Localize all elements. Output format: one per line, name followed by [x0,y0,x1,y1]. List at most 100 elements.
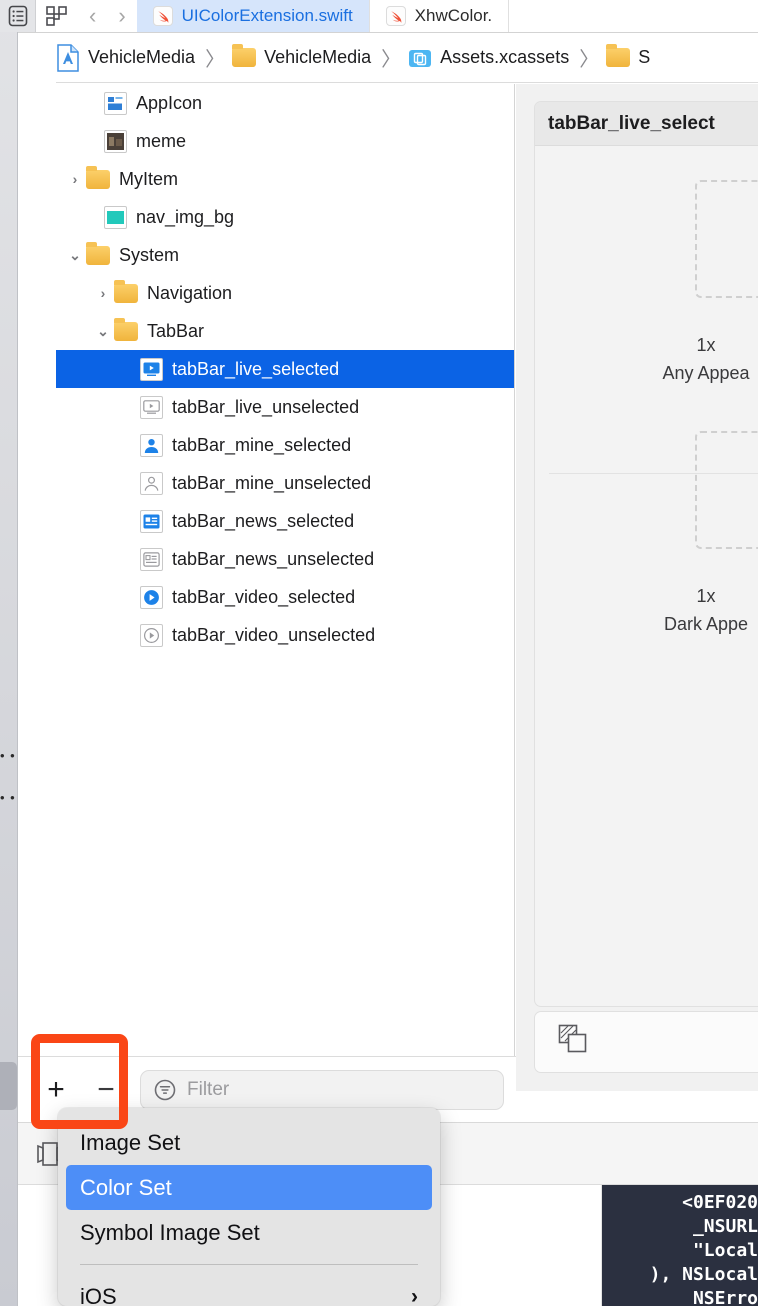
list-item[interactable]: tabBar_mine_selected [56,426,514,464]
asset-card: tabBar_live_select 1x Any Appea 1x Dark … [534,101,758,1007]
slot-divider [549,473,758,474]
breadcrumb-item-folder[interactable]: VehicleMedia [232,44,374,68]
xcode-window: • • • • ‹ › UIColorExtension.swift XhwCo… [0,0,758,1306]
list-item[interactable]: tabBar_news_unselected [56,540,514,578]
tab-uicolorextension[interactable]: UIColorExtension.swift [136,0,370,32]
swift-file-icon [152,6,173,26]
tab-xhwcolor[interactable]: XhwColor. [370,0,510,32]
menu-item-color-set[interactable]: Color Set [66,1165,432,1210]
live-unselected-thumb [140,395,163,419]
breadcrumb-item-project[interactable]: VehicleMedia [56,43,198,72]
slot-caption: 1x Any Appea [535,331,758,387]
forward-button[interactable]: › [107,3,136,29]
annotation-highlight-box [31,1034,128,1129]
list-item-label: tabBar_news_selected [172,510,355,531]
folder-icon [114,317,138,341]
list-item-label: tabBar_video_unselected [172,624,376,645]
menu-item-label: Color Set [80,1174,172,1200]
list-item[interactable]: ⌄ System [56,236,514,274]
list-item-label: nav_img_bg [136,206,235,227]
disclosure-triangle[interactable]: › [92,285,114,301]
list-sidebar-icon[interactable] [0,0,36,32]
list-item-label: tabBar_live_selected [172,358,340,379]
menu-item-symbol-image-set[interactable]: Symbol Image Set [58,1210,440,1255]
list-item-label: tabBar_news_unselected [172,548,375,569]
rail-mark: • • [0,790,16,805]
menu-item-label: iOS [80,1283,117,1306]
list-item[interactable]: tabBar_video_unselected [56,616,514,654]
breadcrumb-label: VehicleMedia [88,47,196,67]
chevron-right-icon: › [411,1284,418,1306]
duplicate-slot-icon[interactable] [557,1023,591,1062]
back-button[interactable]: ‹ [78,3,107,29]
rail-chip [0,1062,17,1110]
list-item[interactable]: tabBar_mine_unselected [56,464,514,502]
list-item[interactable]: nav_img_bg [56,198,514,236]
list-item-label: meme [136,130,187,151]
list-item-label: Navigation [147,282,233,303]
list-item[interactable]: AppIcon [56,84,514,122]
folder-icon [606,44,631,67]
breadcrumb-label: S [638,47,651,67]
add-asset-menu[interactable]: Image Set Color Set Symbol Image Set iOS… [58,1108,440,1306]
rail-truncated-marks: • • • • [0,735,18,819]
xcode-project-icon [57,43,79,72]
console-line: ), NSLocal [649,1264,758,1285]
list-item[interactable]: tabBar_news_selected [56,502,514,540]
list-item[interactable]: › Navigation [56,274,514,312]
disclosure-triangle[interactable]: ⌄ [64,247,86,264]
console-line: "Local [692,1240,758,1261]
folder-icon [86,241,110,265]
news-selected-thumb [140,509,163,533]
breadcrumb-item-system[interactable]: S [606,44,653,68]
list-item[interactable]: tabBar_live_unselected [56,388,514,426]
left-edge-rail: • • • • [0,0,18,1306]
breadcrumb: VehicleMedia 〉 VehicleMedia 〉 Assets.xca… [56,33,758,83]
tab-label: UIColorExtension.swift [181,6,353,25]
swift-file-icon [385,6,406,26]
breadcrumb-item-xcassets[interactable]: Assets.xcassets [408,47,572,69]
list-item-label: TabBar [147,320,205,341]
list-item[interactable]: ⌄ TabBar [56,312,514,350]
grid-navigator-icon[interactable] [36,0,78,32]
rail-mark: • • [0,748,16,763]
breadcrumb-separator: 〉 [381,49,402,71]
video-selected-thumb [140,585,163,609]
console-line: <0EF020 [682,1192,758,1213]
slot-caption: 1x Dark Appe [535,582,758,638]
asset-list[interactable]: AppIcon meme › MyItem nav_img_bg ⌄ Syste… [56,84,515,1056]
console-output[interactable]: <0EF020 _NSURL "Local ), NSLocal NSErro [602,1185,758,1306]
slot-appearance-label: Any Appea [662,363,750,383]
list-item-label: tabBar_mine_unselected [172,472,372,493]
list-item-label: tabBar_mine_selected [172,434,352,455]
list-item-label: tabBar_live_unselected [172,396,360,417]
disclosure-triangle[interactable]: ⌄ [92,323,114,340]
breadcrumb-separator: 〉 [579,49,600,71]
appicon-thumb [104,91,127,115]
list-item[interactable]: tabBar_video_selected [56,578,514,616]
list-item-selected[interactable]: tabBar_live_selected [56,350,514,388]
menu-item-ios[interactable]: iOS › [58,1274,440,1306]
breadcrumb-label: VehicleMedia [264,47,372,67]
menu-item-label: Symbol Image Set [80,1219,260,1245]
navigation-buttons: ‹ › [78,0,137,32]
filter-icon [154,1079,176,1100]
editor-tab-bar: ‹ › UIColorExtension.swift XhwColor. [0,0,758,33]
image-drop-slot[interactable] [695,180,758,298]
list-item[interactable]: › MyItem [56,160,514,198]
mine-selected-thumb [140,433,163,457]
menu-divider [80,1264,418,1265]
list-item[interactable]: meme [56,122,514,160]
asset-detail-panel: tabBar_live_select 1x Any Appea 1x Dark … [516,84,758,1091]
video-unselected-thumb [140,623,163,647]
filter-input[interactable]: Filter [140,1069,504,1110]
disclosure-triangle[interactable]: › [64,171,86,187]
image-drop-slot[interactable] [695,431,758,549]
breadcrumb-separator: 〉 [205,49,226,71]
asset-card-title: tabBar_live_select [535,102,758,146]
console-line: _NSURL [692,1216,758,1237]
detail-bottom-bar [534,1011,758,1073]
xcassets-icon [409,49,432,67]
live-selected-thumb [140,357,163,381]
nav-img-bg-thumb [104,205,127,229]
